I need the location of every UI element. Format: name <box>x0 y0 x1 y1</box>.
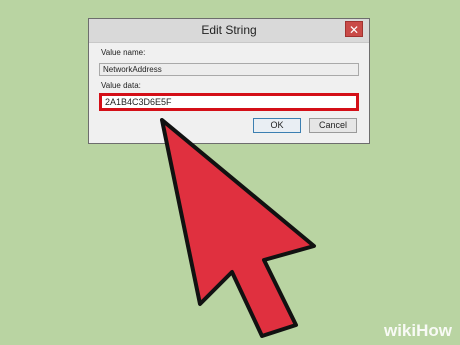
wikihow-watermark: wikiHow <box>383 321 452 340</box>
scene: Edit String ✕ Value name: NetworkAddress… <box>0 0 460 345</box>
pointer-arrow-icon <box>160 118 316 338</box>
